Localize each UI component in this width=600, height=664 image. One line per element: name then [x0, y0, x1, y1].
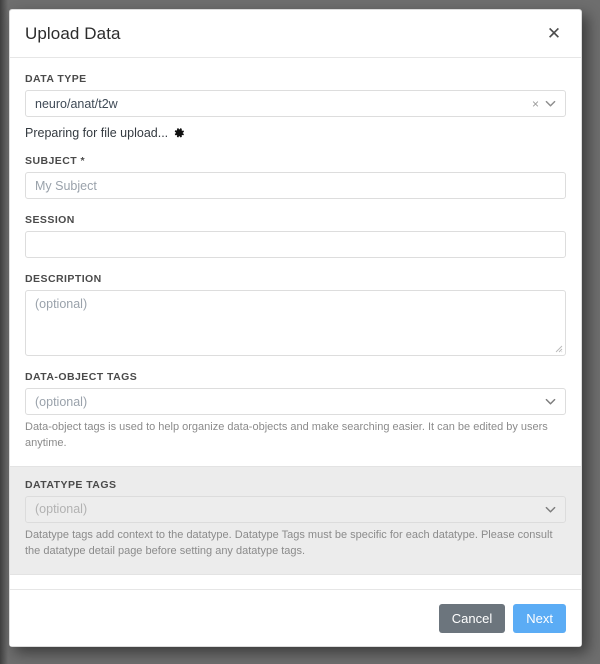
data-type-label: DATA TYPE — [25, 73, 87, 85]
data-type-section: DATA TYPE neuro/anat/t2w × Preparing for… — [10, 73, 581, 140]
datatype-tags-select[interactable]: (optional) — [25, 495, 566, 523]
description-section: DESCRIPTION (optional) — [10, 273, 581, 356]
description-placeholder: (optional) — [35, 297, 88, 311]
subject-input[interactable]: My Subject — [25, 172, 566, 199]
modal-body: DATA TYPE neuro/anat/t2w × Preparing for… — [10, 58, 581, 589]
subject-label: SUBJECT * — [25, 155, 86, 167]
close-icon[interactable]: ✕ — [543, 23, 565, 45]
data-type-select[interactable]: neuro/anat/t2w × — [25, 90, 566, 117]
chevron-down-icon[interactable] — [545, 396, 556, 407]
cancel-button[interactable]: Cancel — [438, 603, 506, 633]
data-object-tags-section: DATA-OBJECT TAGS (optional) Data-object … — [10, 371, 581, 452]
upload-status-text: Preparing for file upload... — [25, 126, 169, 140]
datatype-tags-value: (optional) — [35, 502, 88, 517]
description-label: DESCRIPTION — [25, 273, 102, 285]
modal-footer: Cancel Next — [10, 589, 581, 646]
resize-grip-icon[interactable] — [553, 343, 563, 353]
modal-header: Upload Data ✕ — [10, 10, 581, 58]
gear-icon — [173, 127, 185, 139]
session-input[interactable] — [25, 231, 566, 258]
upload-status: Preparing for file upload... — [25, 126, 566, 140]
datatype-tags-label: DATATYPE TAGS — [25, 478, 117, 491]
subject-value: My Subject — [35, 178, 97, 193]
chevron-down-icon[interactable] — [545, 504, 556, 515]
data-object-tags-help: Data-object tags is used to help organiz… — [25, 421, 548, 449]
bulk-upload-note: To bulk upload your data-objects, you ca… — [10, 575, 581, 590]
next-button[interactable]: Next — [513, 603, 566, 633]
description-textarea[interactable]: (optional) — [25, 290, 566, 356]
data-type-value: neuro/anat/t2w — [35, 96, 118, 111]
upload-data-modal: Upload Data ✕ DATA TYPE neuro/anat/t2w ×… — [9, 9, 582, 647]
modal-title: Upload Data — [25, 23, 121, 43]
clear-icon[interactable]: × — [532, 98, 539, 110]
data-type-adornments: × — [532, 98, 556, 110]
data-object-tags-value: (optional) — [35, 394, 88, 409]
datatype-tags-section: DATATYPE TAGS (optional) Datatype tags a… — [10, 465, 581, 575]
data-object-tags-select[interactable]: (optional) — [25, 388, 566, 415]
data-object-tags-adornments — [545, 396, 556, 407]
datatype-tags-help: Datatype tags add context to the datatyp… — [25, 528, 553, 557]
chevron-down-icon[interactable] — [545, 98, 556, 109]
data-object-tags-label: DATA-OBJECT TAGS — [25, 371, 138, 383]
session-label: SESSION — [25, 214, 75, 226]
session-section: SESSION — [10, 214, 581, 258]
subject-section: SUBJECT * My Subject — [10, 155, 581, 199]
datatype-tags-adornments — [545, 504, 556, 515]
